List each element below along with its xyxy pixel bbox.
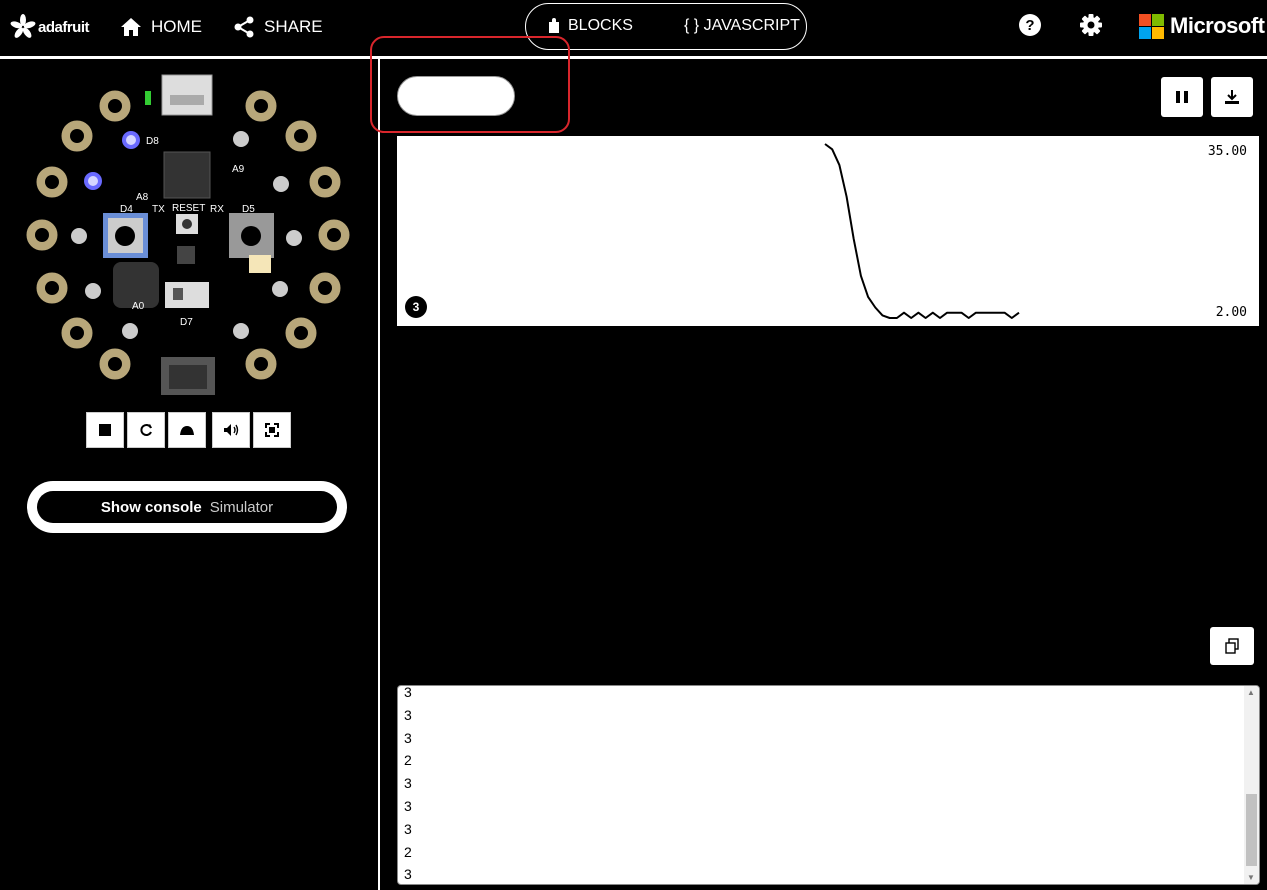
- log-line: 3: [404, 775, 412, 792]
- svg-text:D8: D8: [146, 136, 159, 147]
- fullscreen-button[interactable]: [253, 412, 291, 448]
- serial-console-log[interactable]: 3 3 3 2 3 3 3 2 3 ▲ ▼: [397, 685, 1260, 885]
- chart-y-max-label: 35.00: [1207, 144, 1247, 159]
- pause-button[interactable]: [1161, 77, 1203, 117]
- simulator-pane: D8 D4 D5 A9 A8 TX RX RESET A0 D7 Show co…: [0, 59, 378, 890]
- highlight-annotation: [370, 36, 570, 133]
- fullscreen-icon: [265, 423, 279, 437]
- pause-icon: [1176, 91, 1188, 103]
- restart-icon: [140, 424, 152, 436]
- log-line: 3: [404, 706, 412, 723]
- blocks-label: BLOCKS: [568, 17, 633, 34]
- mute-button[interactable]: [212, 412, 250, 448]
- copy-button[interactable]: [1210, 627, 1254, 665]
- console-toggle-source: Simulator: [209, 498, 274, 516]
- log-line: 3: [404, 797, 412, 814]
- series-badge[interactable]: 3: [405, 296, 427, 318]
- svg-text:RESET: RESET: [172, 203, 205, 214]
- javascript-tab[interactable]: { } JAVASCRIPT: [684, 17, 800, 35]
- adafruit-logo[interactable]: adafruit: [10, 12, 90, 42]
- svg-text:A0: A0: [132, 301, 145, 312]
- circuit-playground-board[interactable]: D8 D4 D5 A9 A8 TX RX RESET A0 D7: [20, 69, 360, 399]
- log-line: 3: [404, 820, 412, 837]
- svg-text:A9: A9: [232, 164, 245, 175]
- download-icon: [1225, 90, 1239, 104]
- scroll-thumb[interactable]: [1246, 794, 1257, 866]
- chart-plot: [824, 143, 1020, 319]
- simulator-toolbar: [86, 412, 294, 448]
- stop-icon: [99, 424, 111, 436]
- show-console-simulator-button[interactable]: Show console Simulator: [27, 481, 347, 533]
- log-line: 2: [404, 843, 412, 860]
- svg-text:D5: D5: [242, 204, 255, 215]
- help-icon: ?: [1019, 14, 1041, 36]
- slow-motion-button[interactable]: [168, 412, 206, 448]
- svg-text:A8: A8: [136, 192, 149, 203]
- home-label: HOME: [151, 17, 202, 36]
- log-line: 2: [404, 752, 412, 769]
- log-line: 3: [404, 729, 412, 746]
- scroll-up-icon[interactable]: ▲: [1247, 688, 1255, 697]
- restart-button[interactable]: [127, 412, 165, 448]
- pane-divider: [378, 59, 380, 890]
- puzzle-icon: [549, 18, 559, 33]
- download-button[interactable]: [1211, 77, 1253, 117]
- serial-chart: 35.00 2.00 3: [397, 136, 1259, 326]
- log-lines: 3 3 3 2 3 3 3 2 3: [404, 685, 412, 884]
- flower-icon: [10, 14, 36, 38]
- console-toggle-label: Show console: [100, 498, 202, 516]
- home-button[interactable]: HOME: [120, 14, 202, 40]
- svg-text:TX: TX: [152, 204, 165, 215]
- console-scrollbar[interactable]: ▲ ▼: [1244, 686, 1259, 884]
- series-line: [824, 143, 1020, 319]
- top-bar: adafruit HOME SHARE BLOCKS { } JAVASCRIP…: [0, 0, 1267, 56]
- svg-text:?: ?: [1025, 17, 1034, 34]
- mute-icon: [224, 424, 239, 436]
- javascript-label: { } JAVASCRIPT: [684, 17, 800, 34]
- microsoft-logo[interactable]: Microsoft: [1139, 13, 1265, 39]
- help-button[interactable]: ?: [1018, 13, 1042, 37]
- log-line: 3: [404, 685, 412, 700]
- chart-y-min-label: 2.00: [1215, 305, 1247, 320]
- microsoft-label: Microsoft: [1170, 13, 1265, 38]
- console-toggle-inner: Show console Simulator: [37, 491, 337, 523]
- settings-button[interactable]: [1079, 13, 1103, 37]
- slow-motion-icon: [180, 426, 194, 435]
- microsoft-grid-icon: [1139, 13, 1164, 39]
- svg-text:D4: D4: [120, 204, 133, 215]
- svg-text:RX: RX: [210, 204, 224, 215]
- copy-icon: [1225, 638, 1239, 654]
- log-line: 3: [404, 866, 412, 883]
- share-label: SHARE: [264, 17, 323, 36]
- scroll-down-icon[interactable]: ▼: [1247, 873, 1255, 882]
- home-icon: [121, 18, 141, 36]
- gear-icon: [1080, 14, 1102, 36]
- brand-name: adafruit: [38, 18, 90, 36]
- blocks-tab[interactable]: BLOCKS: [547, 17, 633, 35]
- stop-button[interactable]: [86, 412, 124, 448]
- share-button[interactable]: SHARE: [233, 14, 323, 40]
- share-icon: [234, 16, 254, 38]
- svg-text:D7: D7: [180, 317, 193, 328]
